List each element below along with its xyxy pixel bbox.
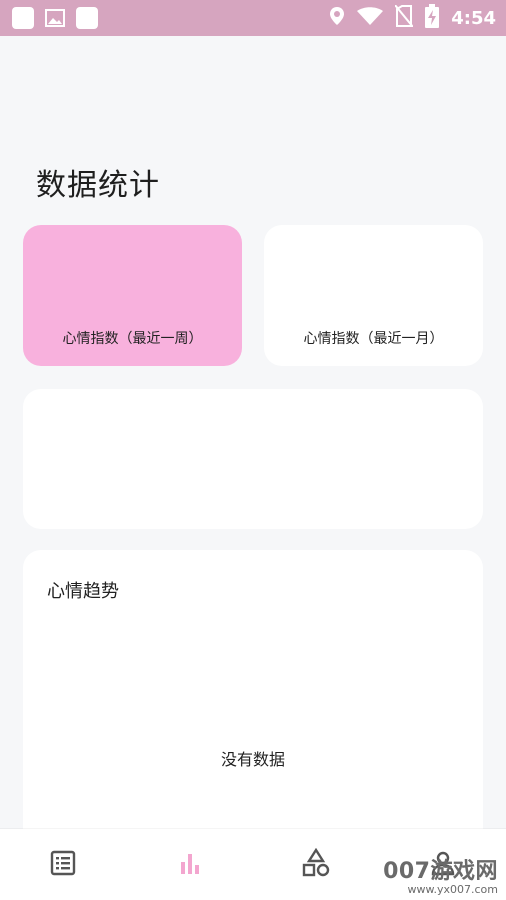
status-bar-right: 4:54 xyxy=(329,4,496,32)
nav-profile-button[interactable] xyxy=(413,835,473,895)
nav-list-button[interactable] xyxy=(33,835,93,895)
battery-charging-icon xyxy=(425,4,440,32)
app-square-icon xyxy=(12,7,34,29)
summary-card xyxy=(23,389,483,529)
mood-trend-title: 心情趋势 xyxy=(47,581,119,602)
empty-state-text: 没有数据 xyxy=(220,750,285,769)
nav-shapes-button[interactable] xyxy=(286,835,346,895)
image-icon xyxy=(44,7,66,29)
no-sim-icon xyxy=(394,4,414,31)
status-time: 4:54 xyxy=(451,7,496,29)
mood-index-month-card[interactable]: 心情指数（最近一月） xyxy=(264,225,483,366)
bar-chart-icon xyxy=(177,850,203,880)
page-title: 数据统计 xyxy=(36,168,160,203)
location-icon xyxy=(329,6,345,30)
shapes-icon xyxy=(301,847,331,882)
mood-trend-card: 心情趋势 没有数据 xyxy=(23,550,483,870)
wifi-icon xyxy=(357,7,384,29)
list-icon xyxy=(50,850,76,880)
status-bar: 4:54 xyxy=(0,0,506,36)
bottom-navigation xyxy=(0,829,506,900)
app-square-icon xyxy=(76,7,98,29)
profile-icon xyxy=(430,850,456,880)
mood-index-week-label: 心情指数（最近一周） xyxy=(62,331,203,347)
nav-statistics-button[interactable] xyxy=(160,835,220,895)
status-bar-left xyxy=(12,7,98,29)
mood-index-month-label: 心情指数（最近一月） xyxy=(303,331,444,347)
mood-index-week-card[interactable]: 心情指数（最近一周） xyxy=(23,225,242,366)
